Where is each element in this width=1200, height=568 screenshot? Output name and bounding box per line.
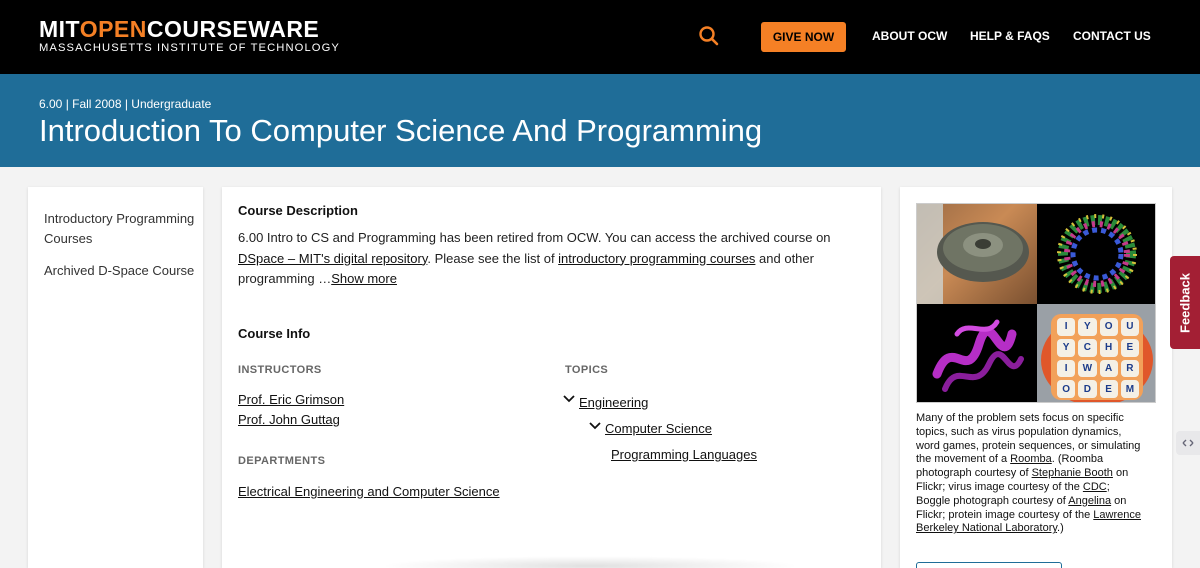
logo-subtitle: MASSACHUSETTS INSTITUTE OF TECHNOLOGY — [39, 42, 340, 54]
virus-image — [1037, 204, 1155, 304]
feedback-label: Feedback — [1177, 272, 1193, 333]
image-caption: Many of the problem sets focus on specif… — [916, 412, 1141, 535]
topic-programming-languages[interactable]: Programming Languages — [611, 447, 757, 462]
boggle-photo: IYOUYCHEIWARODEM — [1037, 304, 1155, 402]
caption-link-cdc[interactable]: CDC — [1083, 481, 1107, 493]
sidebar-item-intro-programming[interactable]: Introductory Programming Courses — [44, 209, 199, 249]
caption-link-stephanie-booth[interactable]: Stephanie Booth — [1032, 467, 1113, 479]
boggle-tile: O — [1099, 318, 1118, 336]
chevron-down-icon[interactable] — [589, 419, 601, 433]
roomba-photo — [917, 204, 1037, 304]
departments-label: DEPARTMENTS — [238, 455, 326, 467]
boggle-tile: E — [1120, 338, 1139, 357]
instructor-link[interactable]: Prof. John Guttag — [238, 412, 340, 427]
search-icon[interactable] — [698, 25, 720, 47]
course-banner: 6.00 | Fall 2008 | Undergraduate Introdu… — [0, 74, 1200, 167]
boggle-tile: W — [1078, 359, 1097, 378]
bottom-shadow — [380, 556, 800, 568]
course-description: 6.00 Intro to CS and Programming has bee… — [238, 230, 831, 286]
topics-label: TOPICS — [565, 364, 609, 376]
boggle-tile: A — [1099, 359, 1118, 378]
boggle-tile: Y — [1078, 318, 1097, 336]
course-sidebar: Introductory Programming Courses Archive… — [28, 187, 203, 568]
boggle-tile: O — [1057, 380, 1076, 398]
caption-link-angelina[interactable]: Angelina — [1068, 495, 1111, 507]
protein-image — [917, 304, 1037, 402]
boggle-tile: E — [1099, 380, 1118, 398]
course-title: Introduction To Computer Science And Pro… — [39, 113, 763, 148]
intro-programming-link[interactable]: introductory programming courses — [558, 251, 755, 266]
ocw-logo[interactable]: MITOPENCOURSEWARE MASSACHUSETTS INSTITUT… — [39, 17, 340, 54]
show-more-link[interactable]: Show more — [331, 271, 397, 286]
topic-engineering[interactable]: Engineering — [579, 395, 648, 410]
course-meta: 6.00 | Fall 2008 | Undergraduate — [39, 97, 212, 111]
boggle-tile: C — [1078, 338, 1097, 357]
course-info-heading: Course Info — [238, 326, 311, 341]
nav-contact-us[interactable]: CONTACT US — [1073, 29, 1151, 43]
boggle-tile: D — [1078, 380, 1097, 398]
nav-about-ocw[interactable]: ABOUT OCW — [872, 29, 947, 43]
chat-widget-icon[interactable] — [1176, 431, 1200, 455]
course-content: Course Description 6.00 Intro to CS and … — [222, 187, 881, 568]
sidebar-item-archived-dspace[interactable]: Archived D-Space Course — [44, 261, 199, 281]
boggle-tile: R — [1120, 359, 1139, 378]
give-now-button[interactable]: GIVE NOW — [761, 22, 846, 52]
top-navigation-bar: MITOPENCOURSEWARE MASSACHUSETTS INSTITUT… — [0, 0, 1200, 74]
nav-help-faqs[interactable]: HELP & FAQS — [970, 29, 1050, 43]
feedback-tab[interactable]: Feedback — [1170, 256, 1200, 349]
instructors-label: INSTRUCTORS — [238, 364, 322, 376]
boggle-tile: I — [1057, 359, 1076, 378]
boggle-tile: Y — [1057, 338, 1076, 357]
chevron-down-icon[interactable] — [563, 392, 575, 406]
topic-computer-science[interactable]: Computer Science — [605, 421, 712, 436]
course-image: IYOUYCHEIWARODEM — [916, 203, 1156, 403]
logo-wordmark: MITOPENCOURSEWARE — [39, 16, 320, 42]
caption-link-roomba[interactable]: Roomba — [1010, 453, 1052, 465]
boggle-tile: U — [1120, 318, 1139, 336]
dspace-link[interactable]: DSpace – MIT's digital repository — [238, 251, 427, 266]
instructor-link[interactable]: Prof. Eric Grimson — [238, 392, 344, 407]
boggle-tile: H — [1099, 338, 1118, 357]
partial-button[interactable] — [916, 562, 1062, 568]
course-description-heading: Course Description — [238, 203, 358, 218]
course-image-card: IYOUYCHEIWARODEM Many of the problem set… — [900, 187, 1172, 568]
department-link[interactable]: Electrical Engineering and Computer Scie… — [238, 484, 500, 499]
boggle-tile: M — [1120, 380, 1139, 398]
boggle-tile: I — [1057, 318, 1076, 336]
